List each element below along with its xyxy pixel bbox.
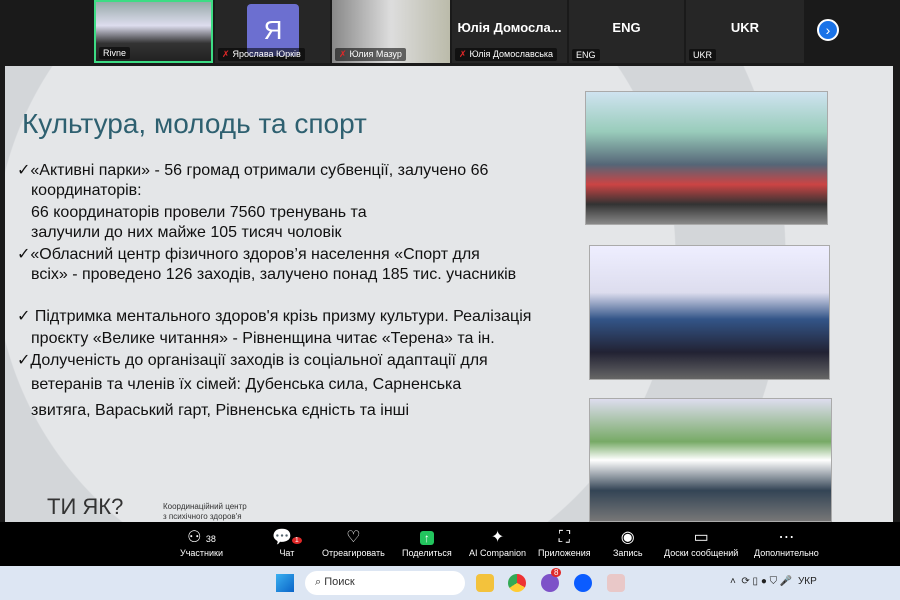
photo-race-start — [589, 398, 832, 522]
record-icon: ◉ — [613, 528, 643, 548]
video-tile-yaroslava[interactable]: Я✗Ярослава Юрків — [215, 0, 330, 63]
tile-name: ENG — [572, 49, 600, 61]
share-button[interactable]: ↑Поделиться — [402, 528, 452, 558]
language-indicator: УКР — [798, 576, 817, 587]
slide-line: 66 координаторів провели 7560 тренувань … — [31, 202, 367, 224]
record-button[interactable]: ◉Запись — [613, 528, 643, 558]
viber-icon[interactable]: 8 — [541, 574, 559, 592]
zoom-icon[interactable] — [574, 574, 592, 592]
slide-line: всіх» - проведено 126 заходів, залучено … — [31, 264, 516, 286]
video-tile-domoslavska[interactable]: Юлія Домосла... ✗Юлія Домославська — [452, 0, 567, 63]
video-strip: Rivne Я✗Ярослава Юрків ✗Юлия Мазур Юлія … — [0, 0, 900, 66]
tray[interactable]: ˄ ⟳ ▯ ● ⛉ 🎤 УКР — [730, 576, 817, 587]
mic-muted-icon: ✗ — [222, 49, 230, 59]
more-button[interactable]: ⋯Дополнительно — [754, 528, 819, 558]
apps-icon: ⛶ — [538, 528, 591, 548]
next-page-button[interactable]: › — [817, 19, 839, 41]
zoom-toolbar: ⚇ 38Участники 💬1Чат ♡Отреагировать ↑Поде… — [0, 522, 900, 566]
video-tile-rivne[interactable]: Rivne — [94, 0, 213, 63]
slide-line: координаторів: — [31, 180, 142, 202]
participants-button[interactable]: ⚇ 38Участники — [180, 528, 223, 558]
video-tile-ukr[interactable]: UKR UKR — [686, 0, 804, 63]
search-box[interactable]: ⌕ Поиск — [305, 571, 465, 595]
logo-subtitle: Координаційний центрз психічного здоров'… — [163, 502, 247, 522]
slide-title: Культура, молодь та спорт — [22, 108, 367, 140]
chevron-up-icon: ˄ — [730, 576, 736, 587]
tile-big-name: ENG — [569, 20, 684, 35]
slide-line: ✓Долученість до організації заходів із с… — [17, 350, 488, 372]
apps-button[interactable]: ⛶Приложения — [538, 528, 591, 558]
chat-button[interactable]: 💬1Чат — [272, 528, 302, 558]
photo-group — [585, 91, 828, 225]
windows-taskbar: ⌕ Поиск 8 ˄ ⟳ ▯ ● ⛉ 🎤 УКР — [0, 566, 900, 600]
whiteboards-button[interactable]: ▭Доски сообщений — [664, 528, 738, 558]
tile-name: Ярослава Юрків — [233, 49, 301, 59]
sparkle-icon: ✦ — [469, 528, 526, 548]
tile-name: Rivne — [99, 47, 130, 59]
slide-line: ✓«Обласний центр фізичного здоров’я насе… — [17, 244, 480, 266]
share-icon: ↑ — [420, 531, 434, 545]
slide-line: ✓«Активні парки» - 56 громад отримали су… — [17, 160, 488, 182]
tile-name: Юлия Мазур — [350, 49, 402, 59]
tile-big-name: Юлія Домосла... — [452, 20, 567, 35]
video-tile-eng[interactable]: ENG ENG — [569, 0, 684, 63]
participants-icon: ⚇ — [187, 529, 201, 546]
tile-name: Юлія Домославська — [470, 49, 553, 59]
more-icon: ⋯ — [754, 528, 819, 548]
photo-runners — [589, 245, 830, 380]
slide-line: проєкту «Велике читання» - Рівненщина чи… — [31, 328, 495, 350]
slide-line: ветеранів та членів їх сімей: Дубенська … — [31, 374, 461, 396]
react-button[interactable]: ♡Отреагировать — [322, 528, 385, 558]
search-icon: ⌕ — [315, 576, 321, 588]
heart-icon: ♡ — [322, 528, 385, 548]
ai-companion-button[interactable]: ✦AI Companion — [469, 528, 526, 558]
tile-name: UKR — [689, 49, 716, 61]
slide-line: звитяга, Вараський гарт, Рівненська єдні… — [31, 400, 409, 422]
whiteboard-icon: ▭ — [664, 528, 738, 548]
slide-line: залучили до них майже 105 тисяч чоловік — [31, 222, 342, 244]
shared-slide: Культура, молодь та спорт ✓«Активні парк… — [5, 66, 893, 522]
file-explorer-icon[interactable] — [476, 574, 494, 592]
logo: ТИ ЯК? — [47, 494, 123, 520]
snipping-tool-icon[interactable] — [607, 574, 625, 592]
start-button[interactable] — [276, 574, 294, 592]
video-tile-mazur[interactable]: ✗Юлия Мазур — [332, 0, 450, 63]
tile-big-name: UKR — [686, 20, 804, 35]
slide-line: ✓ Підтримка ментального здоров'я крізь п… — [17, 306, 531, 328]
mic-muted-icon: ✗ — [459, 49, 467, 59]
chrome-icon[interactable] — [508, 574, 526, 592]
mic-muted-icon: ✗ — [339, 49, 347, 59]
chat-icon: 💬1 — [272, 528, 302, 548]
